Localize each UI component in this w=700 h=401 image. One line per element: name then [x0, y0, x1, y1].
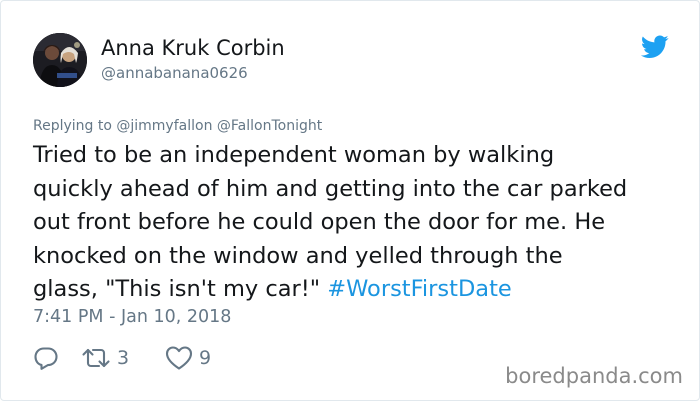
tweet-text-line: out front before he could open the door … — [33, 209, 606, 235]
tweet-text-line: knocked on the window and yelled through… — [33, 242, 563, 269]
tweet-text-end: glass, "This isn't my car!" — [33, 276, 321, 302]
watermark: boredpanda.com — [505, 364, 683, 388]
avatar-photo — [33, 33, 87, 87]
tweet-text-line: quickly ahead of him and getting into th… — [33, 175, 628, 202]
author-handle[interactable]: @annabanana0626 — [101, 64, 248, 82]
timestamp[interactable]: 7:41 PM - Jan 10, 2018 — [33, 307, 231, 327]
tweet-text: Tried to be an independent woman by walk… — [33, 139, 653, 307]
retweet-button[interactable]: 3 — [81, 345, 165, 371]
hashtag-link[interactable]: #WorstFirstDate — [327, 276, 511, 302]
tweet-text-line: Tried to be an independent woman by walk… — [33, 142, 555, 168]
replying-to[interactable]: Replying to @jimmyfallon @FallonTonight — [33, 118, 322, 134]
heart-icon — [165, 346, 193, 370]
like-button[interactable]: 9 — [165, 345, 211, 371]
retweet-icon — [82, 348, 110, 368]
tweet-text-line: glass, "This isn't my car!" #WorstFirstD… — [33, 273, 653, 307]
action-bar: 3 9 — [33, 344, 211, 372]
reply-button[interactable] — [33, 345, 81, 371]
avatar[interactable] — [33, 33, 87, 87]
reply-icon — [34, 347, 58, 370]
author-name[interactable]: Anna Kruk Corbin — [101, 36, 285, 60]
like-count: 9 — [199, 347, 212, 369]
twitter-bird-icon[interactable] — [641, 35, 669, 59]
tweet-card: Anna Kruk Corbin @annabanana0626 Replyin… — [0, 0, 700, 401]
retweet-count: 3 — [117, 347, 130, 369]
